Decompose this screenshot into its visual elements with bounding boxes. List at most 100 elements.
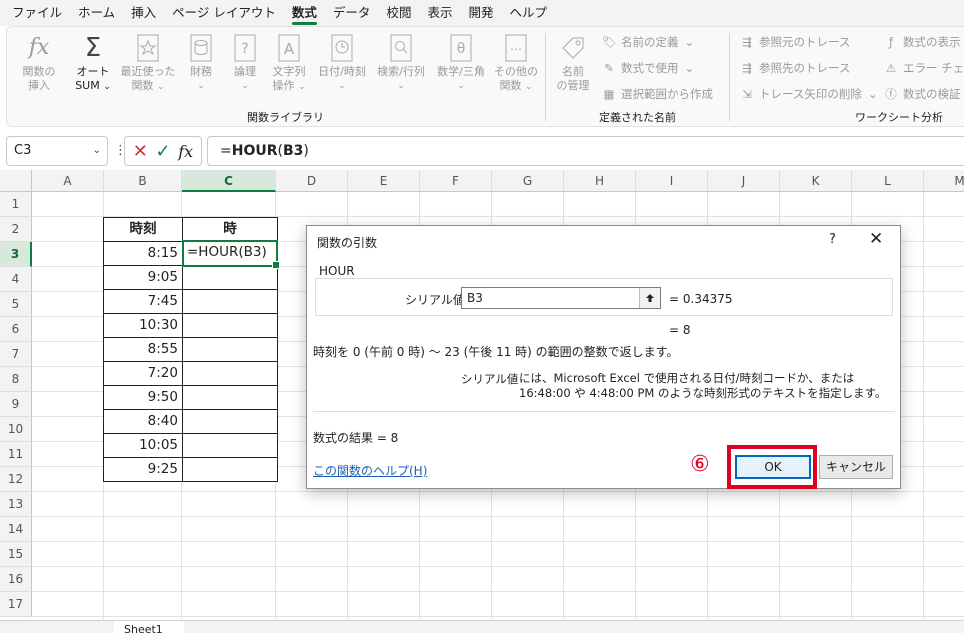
row-header-10[interactable]: 10 — [0, 417, 32, 442]
create-from-selection-label: 選択範囲から作成 — [621, 87, 713, 101]
use-in-formula-button[interactable]: ✎ 数式で使用 ⌄ — [601, 57, 694, 79]
hour-cell[interactable] — [182, 409, 278, 434]
row-header-15[interactable]: 15 — [0, 542, 32, 567]
create-from-selection-button[interactable]: ▦ 選択範囲から作成 — [601, 83, 713, 105]
hour-cell[interactable] — [182, 265, 278, 290]
confirm-entry-icon[interactable]: ✓ — [156, 141, 171, 162]
menu-insert[interactable]: 挿入 — [123, 0, 164, 26]
time-cell[interactable]: 9:50 — [103, 385, 183, 410]
row-header-8[interactable]: 8 — [0, 367, 32, 392]
datetime-button[interactable]: 日付/時刻 ⌄ — [311, 33, 373, 93]
logical-button[interactable]: ? 論理 ⌄ — [225, 33, 265, 93]
column-header-d[interactable]: D — [276, 170, 348, 192]
row-header-14[interactable]: 14 — [0, 517, 32, 542]
cancel-button[interactable]: キャンセル — [819, 455, 893, 479]
cancel-entry-icon[interactable]: ✕ — [133, 141, 148, 162]
column-header-f[interactable]: F — [420, 170, 492, 192]
hour-cell[interactable] — [182, 313, 278, 338]
table-header-time[interactable]: 時刻 — [103, 217, 183, 242]
define-name-button[interactable]: 🏷 名前の定義 ⌄ — [601, 31, 694, 53]
column-header-m[interactable]: M — [924, 170, 964, 192]
hour-cell[interactable] — [182, 457, 278, 482]
chevron-down-icon[interactable]: ⌄ — [93, 137, 101, 165]
formula-input[interactable]: =HOUR(B3) — [207, 136, 964, 166]
autosum-button[interactable]: Σ オート SUM ⌄ — [69, 33, 117, 94]
close-icon[interactable]: ✕ — [869, 229, 883, 249]
time-cell[interactable]: 8:55 — [103, 337, 183, 362]
row-header-2[interactable]: 2 — [0, 217, 32, 242]
row-header-7[interactable]: 7 — [0, 342, 32, 367]
collapse-dialog-button[interactable] — [639, 288, 660, 308]
hour-cell[interactable] — [182, 361, 278, 386]
hour-cell[interactable] — [182, 385, 278, 410]
column-header-i[interactable]: I — [636, 170, 708, 192]
lookup-button[interactable]: 検索/行列 ⌄ — [373, 33, 429, 93]
sheet-tab[interactable]: Sheet1 — [114, 621, 184, 633]
help-icon[interactable]: ? — [829, 232, 836, 247]
insert-function-label-1: 関数の — [22, 65, 56, 78]
autosum-label-1: オート — [76, 65, 110, 78]
menu-review[interactable]: 校閲 — [378, 0, 419, 26]
evaluate-formula-button[interactable]: ⓕ 数式の検証 — [883, 83, 960, 105]
column-header-k[interactable]: K — [780, 170, 852, 192]
row-header-3[interactable]: 3 — [0, 242, 32, 267]
time-cell[interactable]: 7:45 — [103, 289, 183, 314]
row-header-16[interactable]: 16 — [0, 567, 32, 592]
menu-view[interactable]: 表示 — [419, 0, 460, 26]
active-cell-editing[interactable]: =HOUR(B3) — [182, 240, 280, 269]
row-header-17[interactable]: 17 — [0, 592, 32, 617]
hour-cell[interactable] — [182, 337, 278, 362]
row-header-4[interactable]: 4 — [0, 267, 32, 292]
insert-function-fx-icon[interactable]: fx — [178, 142, 193, 161]
hour-cell[interactable] — [182, 289, 278, 314]
time-cell[interactable]: 7:20 — [103, 361, 183, 386]
grid-horizontal-line — [32, 591, 964, 592]
menu-home[interactable]: ホーム — [70, 0, 123, 26]
time-cell[interactable]: 10:05 — [103, 433, 183, 458]
serial-number-input[interactable]: B3 — [461, 287, 661, 309]
column-header-g[interactable]: G — [492, 170, 564, 192]
time-cell[interactable]: 9:05 — [103, 265, 183, 290]
time-cell[interactable]: 10:30 — [103, 313, 183, 338]
name-box[interactable]: C3 ⌄ — [6, 136, 108, 166]
trace-dependents-button[interactable]: ⇶ 参照先のトレース — [739, 57, 850, 79]
function-help-link[interactable]: この関数のヘルプ(H) — [313, 462, 427, 479]
remove-arrows-button[interactable]: ⇲ トレース矢印の削除 ⌄ — [739, 83, 877, 105]
trace-precedents-button[interactable]: ⇶ 参照元のトレース — [739, 31, 850, 53]
menu-help[interactable]: ヘルプ — [501, 0, 555, 26]
math-button[interactable]: θ 数学/三角 ⌄ — [431, 33, 491, 93]
column-header-c[interactable]: C — [182, 170, 276, 192]
menu-file[interactable]: ファイル — [4, 0, 70, 26]
time-cell[interactable]: 8:40 — [103, 409, 183, 434]
row-header-12[interactable]: 12 — [0, 467, 32, 492]
column-header-h[interactable]: H — [564, 170, 636, 192]
row-header-5[interactable]: 5 — [0, 292, 32, 317]
error-checking-button[interactable]: ⚠ エラー チェック — [883, 57, 964, 79]
time-cell[interactable]: 9:25 — [103, 457, 183, 482]
row-header-13[interactable]: 13 — [0, 492, 32, 517]
row-header-6[interactable]: 6 — [0, 317, 32, 342]
name-manager-button[interactable]: 名前 の管理 — [553, 33, 593, 93]
more-functions-button[interactable]: … その他の 関数 ⌄ — [491, 33, 541, 94]
time-cell[interactable]: 8:15 — [103, 241, 183, 266]
select-all-corner[interactable] — [0, 170, 32, 192]
recent-functions-button[interactable]: 最近使った 関数 ⌄ — [119, 33, 177, 94]
menu-developer[interactable]: 開発 — [460, 0, 501, 26]
menu-data[interactable]: データ — [325, 0, 379, 26]
menu-page-layout[interactable]: ページ レイアウト — [164, 0, 284, 26]
financial-button[interactable]: 財務 ⌄ — [179, 33, 223, 93]
table-header-hour[interactable]: 時 — [182, 217, 278, 242]
column-header-a[interactable]: A — [32, 170, 104, 192]
column-header-e[interactable]: E — [348, 170, 420, 192]
menu-formulas[interactable]: 数式 — [284, 0, 325, 26]
show-formulas-button[interactable]: ƒ 数式の表示 — [883, 31, 961, 53]
row-header-1[interactable]: 1 — [0, 192, 32, 217]
text-functions-button[interactable]: A 文字列 操作 ⌄ — [267, 33, 311, 94]
hour-cell[interactable] — [182, 433, 278, 458]
row-header-9[interactable]: 9 — [0, 392, 32, 417]
row-header-11[interactable]: 11 — [0, 442, 32, 467]
column-header-l[interactable]: L — [852, 170, 924, 192]
column-header-j[interactable]: J — [708, 170, 780, 192]
insert-function-button[interactable]: fx 関数の 挿入 — [17, 33, 61, 93]
column-header-b[interactable]: B — [104, 170, 182, 192]
